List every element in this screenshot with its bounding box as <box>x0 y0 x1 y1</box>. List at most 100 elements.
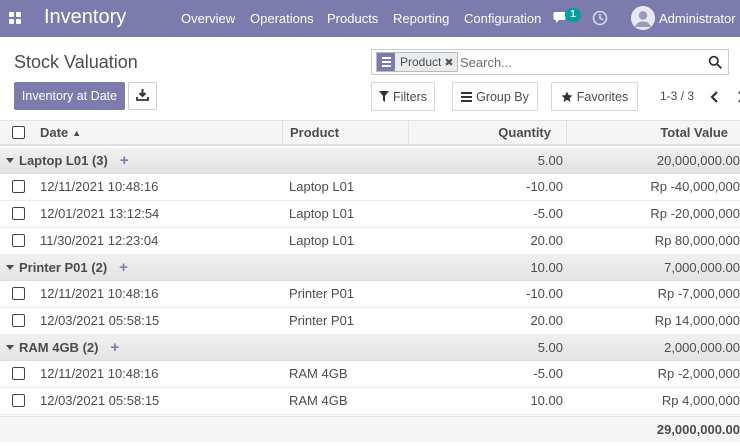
menu-configuration[interactable]: Configuration <box>464 11 541 26</box>
table-row[interactable]: 12/11/2021 10:48:16 Laptop L01 -10.00 Rp… <box>0 174 740 201</box>
column-header-product[interactable]: Product <box>290 121 339 144</box>
table-row[interactable]: 11/30/2021 12:23:04 Laptop L01 20.00 Rp … <box>0 228 740 255</box>
row-checkbox[interactable] <box>12 367 25 381</box>
row-date: 11/30/2021 12:23:04 <box>40 233 159 249</box>
group-label: Laptop L01 <box>19 153 89 168</box>
group-quantity: 5.00 <box>537 153 563 168</box>
group-by-label: Group By <box>476 89 529 104</box>
table-header: Date ▲ Product Quantity Total Value <box>0 120 740 146</box>
row-quantity: -10.00 <box>526 286 563 302</box>
group-caret-icon <box>6 265 14 270</box>
activity-clock-icon[interactable] <box>592 10 608 26</box>
group-by-icon <box>461 91 473 102</box>
user-avatar[interactable] <box>631 6 655 30</box>
pager-value[interactable]: 1-3 / 3 <box>660 89 694 103</box>
chat-badge: 1 <box>565 8 581 22</box>
filters-button[interactable]: Filters <box>371 82 435 111</box>
sort-ascending-icon: ▲ <box>72 127 82 138</box>
group-row-laptop-l01[interactable]: Laptop L01 (3) + 5.00 20,000,000.00 <box>0 148 740 174</box>
row-product: Laptop L01 <box>289 233 355 249</box>
column-header-quantity[interactable]: Quantity <box>408 121 551 144</box>
row-quantity: 20.00 <box>530 313 563 329</box>
row-total-value: Rp 14,000,000 <box>654 313 740 329</box>
table-row[interactable]: 12/03/2021 05:58:15 RAM 4GB 10.00 Rp 4,0… <box>0 388 740 415</box>
row-total-value: Rp -7,000,000 <box>657 286 740 302</box>
search-icon[interactable] <box>708 55 722 69</box>
group-label: Printer P01 <box>19 260 88 275</box>
row-date: 12/11/2021 10:48:16 <box>40 286 159 302</box>
row-checkbox[interactable] <box>12 180 25 194</box>
footer-total-value: 29,000,000.00 <box>656 422 740 437</box>
user-name[interactable]: Administrator <box>659 11 736 26</box>
select-all-checkbox[interactable] <box>12 126 25 139</box>
group-row-printer-p01[interactable]: Printer P01 (2) + 10.00 7,000,000.00 <box>0 255 740 281</box>
table-row[interactable]: 12/11/2021 10:48:16 RAM 4GB -5.00 Rp -2,… <box>0 361 740 388</box>
star-icon <box>561 91 573 102</box>
inventory-at-date-button[interactable]: Inventory at Date <box>14 82 125 110</box>
group-count: (3) <box>91 153 108 168</box>
table-row[interactable]: 12/03/2021 05:58:15 Printer P01 20.00 Rp… <box>0 308 740 335</box>
facet-label: Product <box>400 55 442 69</box>
apps-menu-icon[interactable] <box>9 12 21 24</box>
group-add-icon[interactable]: + <box>119 259 128 276</box>
row-checkbox[interactable] <box>12 234 25 248</box>
group-total-value: 20,000,000.00 <box>656 153 740 168</box>
row-total-value: Rp 4,000,000 <box>661 393 740 409</box>
row-date: 12/03/2021 05:58:15 <box>40 313 160 329</box>
row-quantity: 10.00 <box>530 393 563 409</box>
row-product: Laptop L01 <box>289 179 355 195</box>
row-date: 12/11/2021 10:48:16 <box>40 179 159 195</box>
group-caret-icon <box>6 345 14 350</box>
row-date: 12/01/2021 13:12:54 <box>40 206 160 222</box>
avatar-person-icon <box>631 6 655 30</box>
row-checkbox[interactable] <box>12 207 25 221</box>
menu-products[interactable]: Products <box>327 11 378 26</box>
row-total-value: Rp -2,000,000 <box>657 366 740 382</box>
column-header-total-value[interactable]: Total Value <box>566 121 728 144</box>
group-by-list-icon <box>377 53 395 71</box>
favorites-button[interactable]: Favorites <box>551 82 638 111</box>
row-checkbox[interactable] <box>12 287 25 301</box>
row-checkbox[interactable] <box>12 314 25 328</box>
row-total-value: Rp -20,000,000 <box>650 206 740 222</box>
row-total-value: Rp 80,000,000 <box>654 233 740 249</box>
facet-remove-icon[interactable]: ✖ <box>444 56 456 69</box>
group-total-value: 2,000,000.00 <box>664 340 740 355</box>
row-quantity: -5.00 <box>533 366 563 382</box>
search-facet-product[interactable]: Product ✖ <box>376 52 458 72</box>
row-product: Printer P01 <box>289 286 355 302</box>
app-brand[interactable]: Inventory <box>44 6 126 29</box>
group-add-icon[interactable]: + <box>120 152 129 169</box>
group-quantity: 10.00 <box>530 260 563 275</box>
top-navbar: Inventory Overview Operations Products R… <box>0 0 740 37</box>
date-header-label: Date <box>40 125 69 140</box>
row-quantity: 20.00 <box>530 233 563 249</box>
menu-operations[interactable]: Operations <box>250 11 314 26</box>
filter-icon <box>378 91 389 102</box>
menu-reporting[interactable]: Reporting <box>393 11 449 26</box>
group-quantity: 5.00 <box>537 340 563 355</box>
row-product: Printer P01 <box>289 313 355 329</box>
menu-overview[interactable]: Overview <box>181 11 235 26</box>
row-date: 12/03/2021 05:58:15 <box>40 393 160 409</box>
download-icon <box>136 89 149 101</box>
group-row-ram-4gb[interactable]: RAM 4GB (2) + 5.00 2,000,000.00 <box>0 335 740 361</box>
column-header-date[interactable]: Date ▲ <box>40 121 81 144</box>
row-product: RAM 4GB <box>289 366 348 382</box>
filters-label: Filters <box>392 89 428 104</box>
group-total-value: 7,000,000.00 <box>664 260 740 275</box>
pager-previous-icon[interactable] <box>708 89 722 105</box>
favorites-label: Favorites <box>576 89 629 104</box>
group-count: (2) <box>91 260 108 275</box>
group-add-icon[interactable]: + <box>110 339 119 356</box>
table-row[interactable]: 12/11/2021 10:48:16 Printer P01 -10.00 R… <box>0 281 740 308</box>
row-checkbox[interactable] <box>12 394 25 408</box>
group-by-button[interactable]: Group By <box>452 82 538 111</box>
table-row[interactable]: 12/01/2021 13:12:54 Laptop L01 -5.00 Rp … <box>0 201 740 228</box>
group-count: (2) <box>82 340 99 355</box>
pager-next-icon[interactable] <box>734 89 740 105</box>
search-bar[interactable]: Product ✖ <box>371 49 729 75</box>
download-button[interactable] <box>128 82 157 110</box>
search-input[interactable] <box>460 54 700 71</box>
row-quantity: -5.00 <box>533 206 563 222</box>
